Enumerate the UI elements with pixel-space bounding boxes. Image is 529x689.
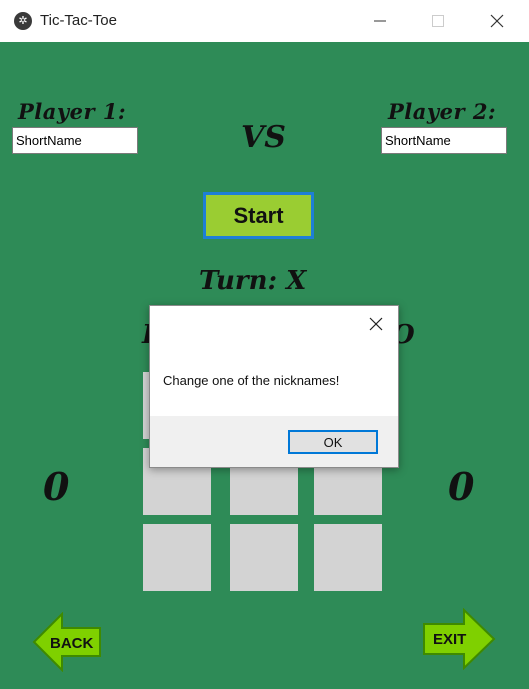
exit-button[interactable]: EXIT (422, 608, 496, 670)
player1-label: Player 1: (18, 99, 127, 124)
player2-score: 0 (448, 464, 475, 509)
player2-name-input[interactable] (381, 127, 507, 154)
dialog-message: Change one of the nicknames! (163, 373, 340, 388)
close-window-button[interactable] (468, 0, 526, 42)
dialog-close-button[interactable] (364, 312, 388, 336)
back-label: BACK (50, 635, 93, 652)
dialog-footer: OK (150, 416, 398, 467)
turn-indicator: Turn: X (199, 266, 307, 296)
title-bar: ✲ Tic-Tac-Toe (0, 0, 529, 42)
board-cell-8[interactable] (230, 524, 298, 591)
message-dialog: Change one of the nicknames! OK (149, 305, 399, 468)
app-logo-icon: ✲ (14, 12, 32, 30)
close-icon (490, 14, 504, 28)
back-button[interactable]: BACK (32, 612, 104, 672)
maximize-button[interactable] (409, 0, 467, 42)
board-cell-9[interactable] (314, 524, 382, 591)
window-title: Tic-Tac-Toe (40, 12, 117, 29)
vs-label: VS (241, 120, 286, 155)
close-icon (369, 317, 383, 331)
player2-label: Player 2: (388, 99, 497, 124)
ok-button[interactable]: OK (288, 430, 378, 454)
board-cell-7[interactable] (143, 524, 211, 591)
maximize-icon (432, 15, 444, 27)
player1-name-input[interactable] (12, 127, 138, 154)
player1-score: 0 (43, 464, 70, 509)
minimize-icon (374, 20, 386, 22)
start-button[interactable]: Start (203, 192, 314, 239)
exit-label: EXIT (433, 631, 466, 648)
minimize-button[interactable] (351, 0, 409, 42)
